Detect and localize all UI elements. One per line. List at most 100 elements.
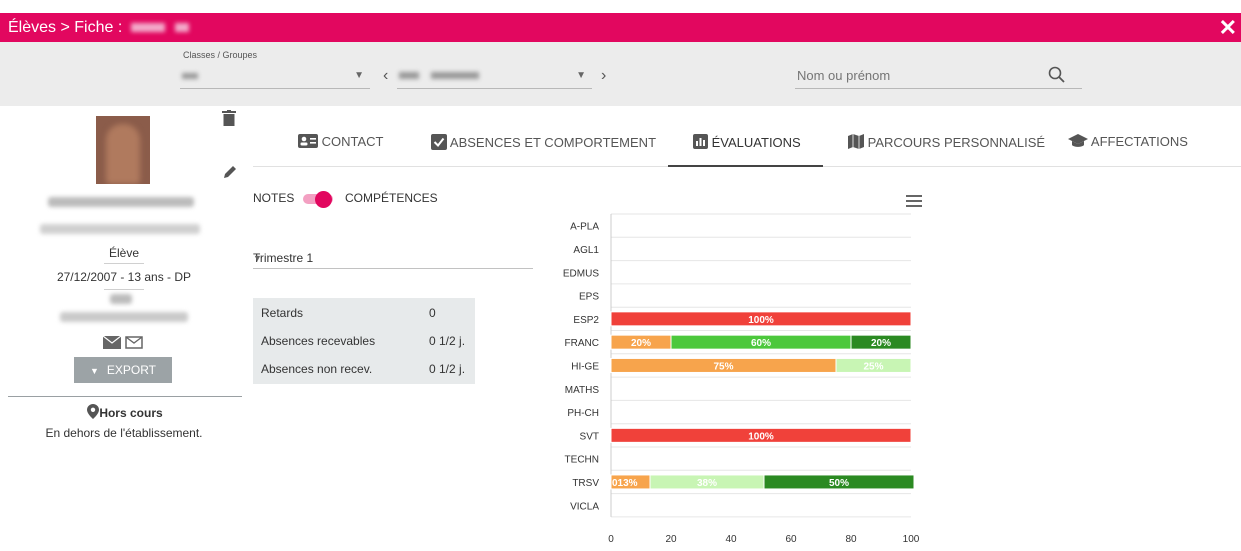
- toggle-notes-label[interactable]: NOTES: [253, 191, 294, 205]
- data-label: 20%: [871, 338, 891, 349]
- x-tick-label: 0: [608, 534, 614, 545]
- breadcrumb: Élèves > Fiche :: [8, 19, 190, 37]
- data-label: 013%: [612, 478, 638, 489]
- chevron-down-icon: ▼: [576, 70, 586, 81]
- chevron-down-icon: ▼: [253, 253, 262, 263]
- export-button[interactable]: ▼ EXPORT: [74, 357, 172, 383]
- data-label: 25%: [863, 361, 883, 372]
- student-detail-blurred: [40, 224, 200, 234]
- student-select[interactable]: ▼: [397, 66, 592, 89]
- stat-label: Absences non recev.: [261, 362, 373, 376]
- contact-card-icon: [298, 134, 318, 149]
- search-icon[interactable]: [1048, 66, 1066, 89]
- bar-chart-icon: [693, 134, 708, 150]
- location-detail: En dehors de l'établissement.: [45, 426, 203, 440]
- y-tick-label: A-PLA: [570, 222, 599, 233]
- y-tick-label: SVT: [580, 431, 599, 442]
- mail-filled-icon[interactable]: [102, 335, 122, 354]
- y-tick-label: TRSV: [572, 478, 599, 489]
- data-label: 100%: [748, 431, 774, 442]
- contact-blurred-2: [60, 312, 188, 322]
- caret-down-icon: ▼: [89, 366, 99, 376]
- search-input[interactable]: [795, 66, 1039, 85]
- tab-label: AFFECTATIONS: [1090, 134, 1188, 149]
- checkbox-icon: [431, 134, 447, 150]
- previous-student-button[interactable]: ‹: [383, 67, 388, 85]
- y-tick-label: EDMUS: [563, 268, 599, 279]
- chevron-down-icon: ▼: [354, 70, 364, 81]
- pencil-icon[interactable]: [222, 164, 238, 185]
- stat-value: 0 1/2 j.: [429, 334, 466, 348]
- trash-icon[interactable]: [222, 110, 236, 131]
- y-tick-label: AGL1: [573, 245, 599, 256]
- y-tick-label: EPS: [579, 292, 599, 303]
- data-label: 60%: [751, 338, 771, 349]
- y-tick-label: HI-GE: [571, 361, 599, 372]
- mail-outline-icon[interactable]: [125, 336, 143, 354]
- y-tick-label: ESP2: [573, 315, 599, 326]
- tab-label: ÉVALUATIONS: [711, 135, 801, 150]
- stat-label: Absences recevables: [261, 334, 376, 348]
- y-tick-label: TECHN: [565, 455, 599, 466]
- student-photo: [96, 116, 150, 184]
- student-name-blurred-2: [175, 23, 190, 33]
- tab-affectations[interactable]: AFFECTATIONS: [1068, 134, 1188, 149]
- x-tick-label: 100: [903, 534, 920, 545]
- competences-chart: A-PLA AGL1 EDMUS EPS ESP2 FRANC HI-GE MATHS PH-C…: [563, 213, 920, 545]
- data-label: 20%: [631, 338, 651, 349]
- data-label: 75%: [713, 361, 733, 372]
- location-status: Hors cours: [0, 406, 248, 420]
- tab-bar: CONTACT ABSENCES ET COMPORTEMENT ÉVALUAT…: [253, 122, 1241, 167]
- tab-label: PARCOURS PERSONNALISÉ: [867, 135, 1046, 150]
- tab-contact[interactable]: CONTACT: [298, 134, 384, 149]
- stat-label: Retards: [261, 306, 304, 320]
- active-tab-indicator: [668, 165, 823, 167]
- divider: [104, 289, 144, 290]
- y-tick-label: FRANC: [565, 338, 599, 349]
- toggle-competences-label[interactable]: COMPÉTENCES: [345, 191, 438, 205]
- student-fullname-blurred: [48, 197, 194, 207]
- student-value-blurred-2: [431, 72, 479, 79]
- close-icon[interactable]: ✕: [1219, 15, 1237, 41]
- breadcrumb-text: Élèves > Fiche :: [8, 19, 123, 36]
- tab-label: ABSENCES ET COMPORTEMENT: [449, 135, 657, 150]
- data-label: 38%: [697, 478, 717, 489]
- tab-evaluations[interactable]: ÉVALUATIONS: [693, 134, 801, 150]
- x-tick-label: 20: [665, 534, 677, 545]
- graduation-cap-icon: [1068, 134, 1088, 149]
- x-tick-label: 80: [845, 534, 857, 545]
- stat-value: 0: [429, 306, 436, 320]
- tab-parcours[interactable]: PARCOURS PERSONNALISÉ: [848, 134, 1045, 150]
- search-field[interactable]: [795, 66, 1082, 89]
- divider: [8, 396, 242, 397]
- export-label: EXPORT: [106, 363, 157, 377]
- y-tick-label: MATHS: [565, 385, 600, 396]
- divider: [104, 263, 144, 264]
- x-tick-label: 60: [785, 534, 797, 545]
- student-name-blurred: [130, 23, 165, 33]
- class-value-blurred: [182, 73, 198, 79]
- classes-groups-label: Classes / Groupes: [183, 50, 258, 60]
- x-tick-label: 40: [725, 534, 737, 545]
- tab-label: CONTACT: [321, 134, 384, 149]
- contact-blurred: [110, 294, 132, 304]
- next-student-button[interactable]: ›: [601, 67, 606, 85]
- tab-absences[interactable]: ABSENCES ET COMPORTEMENT: [431, 134, 656, 150]
- location-title: Hors cours: [99, 406, 163, 420]
- student-value-blurred: [399, 72, 419, 79]
- student-role: Élève: [108, 246, 140, 260]
- stat-value: 0 1/2 j.: [429, 362, 466, 376]
- attendance-summary: Retards 0 Absences recevables 0 1/2 j. A…: [253, 298, 475, 384]
- toggle-knob: [315, 191, 332, 208]
- data-label: 100%: [748, 315, 774, 326]
- data-label: 50%: [829, 478, 849, 489]
- class-select[interactable]: ▼: [180, 66, 370, 89]
- hamburger-menu-icon[interactable]: [906, 194, 922, 212]
- period-select[interactable]: Trimestre 1 ▼: [253, 248, 533, 269]
- birth-info: 27/12/2007 - 13 ans - DP: [56, 270, 192, 284]
- y-tick-label: PH-CH: [567, 408, 599, 419]
- map-icon: [848, 134, 864, 150]
- header-bar: Élèves > Fiche : ✕: [0, 13, 1241, 42]
- y-tick-label: VICLA: [570, 501, 599, 512]
- notes-competences-toggle[interactable]: [299, 191, 337, 208]
